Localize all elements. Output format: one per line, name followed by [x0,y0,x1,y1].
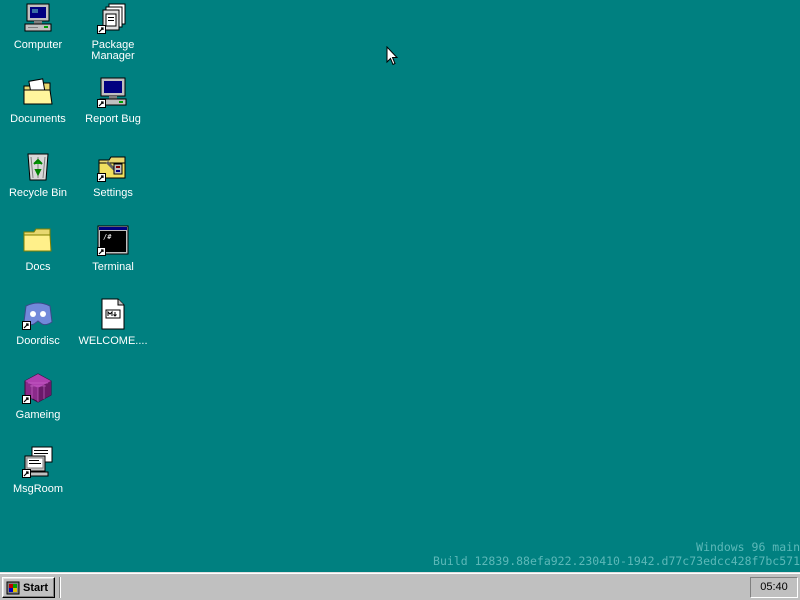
shortcut-arrow-icon [22,469,31,478]
terminal-prompt-text: /# [103,233,112,241]
package-manager-icon [97,2,129,34]
shortcut-arrow-icon [97,25,106,34]
shortcut-arrow-icon [22,395,31,404]
shortcut-arrow-icon [97,173,106,182]
computer-icon [22,2,54,34]
markdown-file-icon [97,298,129,330]
desktop-icon-doordisc[interactable]: Doordisc [1,298,75,347]
desktop-icon-label: Doordisc [16,335,60,347]
desktop-icon-label: Package Manager [91,39,135,62]
clock-text: 05:40 [760,581,788,593]
desktop-icon-label: Settings [93,187,133,199]
start-logo-icon [6,581,20,594]
system-tray-clock[interactable]: 05:40 [750,577,798,598]
shortcut-arrow-icon [97,99,106,108]
recycle-bin-icon [22,150,54,182]
msgroom-icon [22,446,54,478]
watermark-line-product: Windows 96 main [696,540,800,554]
desktop-icon-welcome[interactable]: WELCOME.... [76,298,150,347]
desktop-icon-settings[interactable]: Settings [76,150,150,199]
start-button-label: Start [23,581,49,594]
shortcut-arrow-icon [97,247,106,256]
desktop-icon-msgroom[interactable]: MsgRoom [1,446,75,495]
doordisc-icon [22,298,54,330]
build-watermark: Windows 96 main Build 12839.88efa922.230… [433,540,800,568]
mouse-pointer-icon [386,45,399,66]
desktop-icon-label: Computer [13,39,63,51]
shortcut-arrow-icon [22,321,31,330]
desktop-icon-label: Docs [25,261,51,273]
documents-folder-icon [22,76,54,108]
folder-icon [22,224,54,256]
desktop-icon-gameing[interactable]: Gameing [1,372,75,421]
desktop-icon-label: Recycle Bin [8,187,68,199]
terminal-icon: /# [97,224,129,256]
report-bug-icon [97,76,129,108]
desktop-icon-recycle-bin[interactable]: Recycle Bin [1,150,75,199]
desktop-icon-label: WELCOME.... [78,335,148,347]
desktop-icon-label: Gameing [15,409,61,421]
taskbar-separator [59,577,61,598]
desktop-icon-label: Documents [10,113,66,125]
desktop-icon-package-manager[interactable]: Package Manager [76,2,150,62]
desktop-icon-docs[interactable]: Docs [1,224,75,273]
desktop[interactable]: Computer Package Manager Documents Repor… [0,0,800,572]
taskbar: Start 05:40 [0,572,800,600]
desktop-icon-terminal[interactable]: /# Terminal [76,224,150,273]
desktop-icon-computer[interactable]: Computer [1,2,75,51]
desktop-icon-report-bug[interactable]: Report Bug [76,76,150,125]
gameing-icon [22,372,54,404]
watermark-line-build: Build 12839.88efa922.230410-1942.d77c73e… [433,554,800,568]
desktop-icon-label: MsgRoom [12,483,64,495]
desktop-icon-documents[interactable]: Documents [1,76,75,125]
desktop-icon-label: Terminal [92,261,134,273]
desktop-icon-label: Report Bug [85,113,141,125]
settings-icon [97,150,129,182]
start-button[interactable]: Start [2,577,55,598]
